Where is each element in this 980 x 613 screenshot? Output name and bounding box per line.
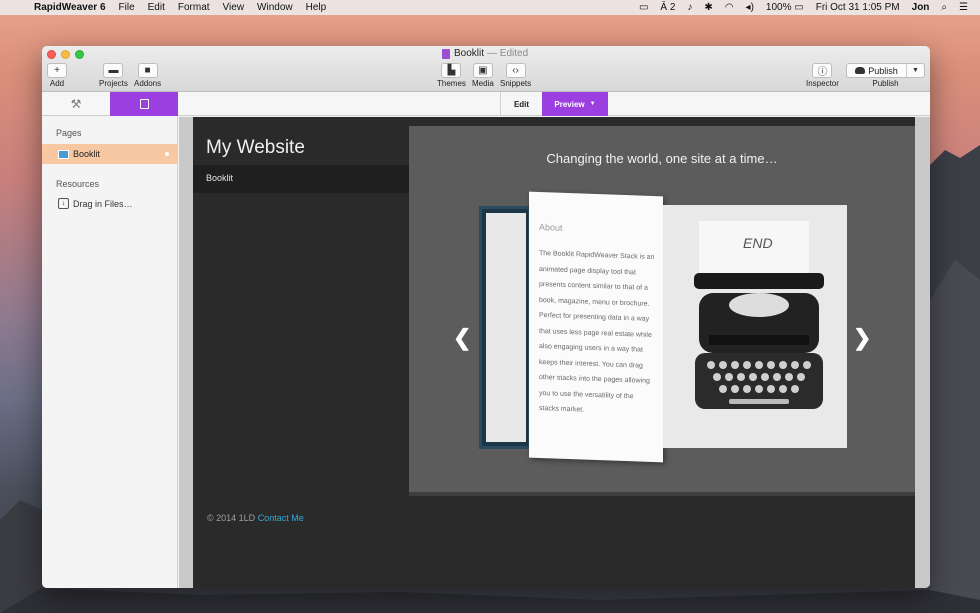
bluetooth-icon[interactable]: ✱	[704, 0, 712, 15]
publish-label: Publish	[872, 79, 899, 88]
add-button[interactable]: + Add	[47, 63, 67, 88]
adobe-icon[interactable]: Ā 2	[660, 0, 675, 15]
mode-tabstrip: ⚒ Edit Preview ▼	[42, 92, 930, 116]
info-icon: ⓘ	[812, 63, 833, 78]
edit-mode-button[interactable]: Edit	[500, 92, 542, 116]
book-left-page[interactable]: About The Booklit RapidWeaver Stack is a…	[529, 191, 663, 463]
wifi-icon[interactable]: ◠	[725, 0, 734, 15]
publish-button-text: Publish	[868, 65, 898, 76]
volume-icon[interactable]: ◂)	[746, 0, 754, 15]
chevron-right-icon[interactable]: ❯	[853, 325, 871, 351]
code-icon: ‹›	[505, 63, 526, 78]
add-label: Add	[49, 79, 65, 88]
booklit-stage: Changing the world, one site at a time… …	[409, 126, 915, 496]
publish-button[interactable]: Publish	[847, 64, 907, 77]
close-window-button[interactable]	[47, 50, 56, 59]
copyright-text: © 2014 1LD	[207, 513, 256, 523]
app-window: Booklit — Edited + Add ▬ Projects ■ Addo…	[42, 46, 930, 588]
publish-dropdown-icon[interactable]: ▼	[907, 64, 924, 77]
edited-status[interactable]: — Edited	[487, 48, 528, 59]
notification-center-icon[interactable]: ☰	[959, 0, 968, 15]
preview-label: Preview	[554, 99, 585, 109]
pages-header: Pages	[56, 128, 82, 138]
chevron-left-icon[interactable]: ❮	[453, 325, 471, 351]
drag-files-label: Drag in Files…	[73, 198, 133, 209]
resources-header: Resources	[56, 179, 100, 189]
book-cover	[479, 206, 531, 449]
drag-in-files-item[interactable]: ↓ Drag in Files…	[58, 198, 133, 209]
plus-icon: +	[47, 63, 67, 78]
battery-status[interactable]: 100% ▭	[766, 0, 804, 15]
adobe-count: 2	[669, 2, 676, 13]
page-label: Booklit	[73, 149, 101, 159]
themes-icon: ▙	[441, 63, 462, 78]
themes-label: Themes	[437, 79, 466, 88]
fullscreen-window-button[interactable]	[75, 50, 84, 59]
clock[interactable]: Fri Oct 31 1:05 PM	[816, 0, 900, 15]
site-navigation: Booklit	[193, 165, 409, 193]
menu-view[interactable]: View	[223, 0, 245, 15]
download-icon: ↓	[58, 198, 69, 209]
minimize-window-button[interactable]	[61, 50, 70, 59]
tab-settings[interactable]: ⚒	[42, 92, 110, 116]
menu-window[interactable]: Window	[257, 0, 293, 15]
spotlight-search-icon[interactable]: ⌕	[941, 0, 947, 15]
book-page-heading: About	[539, 222, 563, 233]
tagline: Changing the world, one site at a time…	[546, 151, 778, 166]
page-status-dot	[165, 152, 169, 156]
paper-text: END	[743, 235, 773, 251]
battery-percent: 100%	[765, 2, 792, 13]
menu-bar: RapidWeaver 6 File Edit Format View Wind…	[0, 0, 980, 15]
menu-edit[interactable]: Edit	[148, 0, 165, 15]
book-back-page	[486, 213, 526, 442]
wrench-icon: ⚒	[70, 97, 82, 111]
menu-app-name[interactable]: RapidWeaver 6	[34, 0, 106, 15]
projects-label: Projects	[99, 79, 128, 88]
document-name: Booklit	[454, 48, 485, 59]
media-label: Media	[472, 79, 494, 88]
tab-pages[interactable]	[110, 92, 178, 116]
snippets-label: Snippets	[500, 79, 532, 88]
addons-button[interactable]: ■ Addons	[134, 63, 161, 88]
menu-file[interactable]: File	[119, 0, 135, 15]
nav-link-booklit[interactable]: Booklit	[206, 173, 233, 183]
contact-link[interactable]: Contact Me	[258, 513, 304, 523]
menubar-status-area: ▭ Ā 2 ♪ ✱ ◠ ◂) 100% ▭ Fri Oct 31 1:05 PM…	[639, 0, 980, 15]
cloud-icon	[855, 67, 866, 74]
preview-canvas: My Website Booklit Changing the world, o…	[193, 117, 915, 588]
media-icon: ▣	[472, 63, 493, 78]
pages-icon	[139, 99, 149, 109]
projects-button[interactable]: ▬ Projects	[99, 63, 128, 88]
addons-label: Addons	[134, 79, 162, 88]
projects-icon: ▬	[103, 63, 124, 78]
site-footer: © 2014 1LD Contact Me	[207, 513, 304, 523]
publish-split-button: Publish ▼	[846, 63, 925, 78]
notification-bell-icon[interactable]: ♪	[687, 0, 692, 15]
book-page-body: The Booklit RapidWeaver Stack is an anim…	[539, 250, 655, 414]
menu-format[interactable]: Format	[178, 0, 210, 15]
inspector-label: Inspector	[806, 79, 839, 88]
sidebar: Pages Booklit Resources ↓ Drag in Files…	[42, 117, 178, 588]
media-button[interactable]: ▣ Media	[472, 63, 494, 88]
sidebar-divider[interactable]	[179, 117, 193, 588]
preview-mode-button[interactable]: Preview ▼	[542, 92, 608, 116]
page-icon	[58, 149, 69, 159]
addons-icon: ■	[137, 63, 158, 78]
typewriter-image	[694, 273, 824, 409]
publish-control: Publish ▼ Publish	[846, 63, 925, 88]
menu-help[interactable]: Help	[306, 0, 327, 15]
themes-button[interactable]: ▙ Themes	[437, 63, 466, 88]
display-icon[interactable]: ▭	[639, 0, 648, 15]
preview-scrollbar[interactable]	[915, 117, 930, 588]
site-title: My Website	[206, 137, 305, 158]
title-toolbar: Booklit — Edited + Add ▬ Projects ■ Addo…	[42, 46, 930, 92]
inspector-button[interactable]: ⓘ Inspector	[806, 63, 839, 88]
book-right-page[interactable]: END	[663, 205, 847, 448]
sidebar-item-booklit[interactable]: Booklit	[42, 144, 178, 164]
user-name[interactable]: Jon	[912, 0, 930, 15]
snippets-button[interactable]: ‹› Snippets	[500, 63, 531, 88]
window-title: Booklit — Edited	[442, 48, 528, 59]
chevron-down-icon: ▼	[589, 101, 596, 107]
document-icon	[442, 48, 450, 59]
